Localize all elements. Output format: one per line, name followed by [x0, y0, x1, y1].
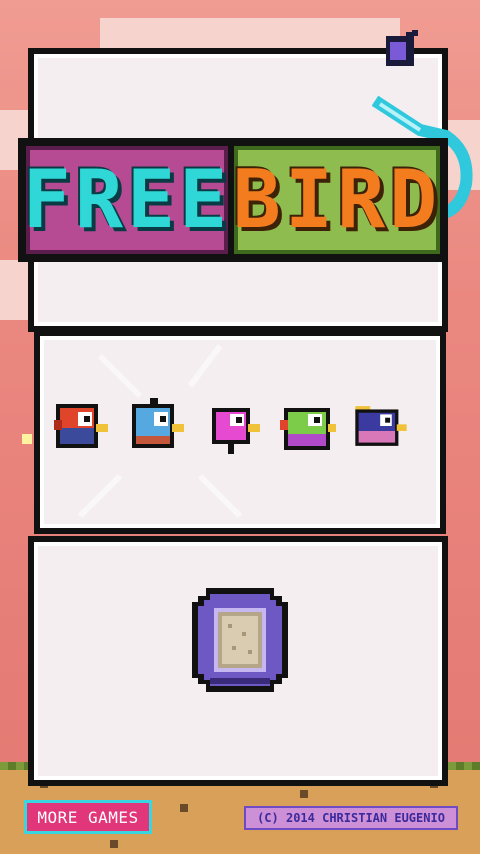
- title-word-free: FREE: [22, 153, 232, 246]
- title-bird-block: BIRD: [232, 146, 442, 254]
- selection-indicator: [22, 434, 32, 444]
- ground-speck: [180, 804, 188, 812]
- navy-bird[interactable]: [352, 398, 410, 454]
- music-note-icon: [386, 30, 418, 66]
- green-bird[interactable]: [280, 400, 338, 456]
- more-games-button[interactable]: MORE GAMES: [24, 800, 152, 834]
- ground-speck: [110, 840, 118, 848]
- blue-bird[interactable]: [128, 398, 186, 454]
- sound-toggle-button[interactable]: [386, 30, 420, 68]
- title-word-bird: BIRD: [232, 153, 442, 246]
- pink-bird[interactable]: [206, 400, 264, 456]
- cloud: [100, 18, 400, 48]
- copyright-label: (C) 2014 CHRISTIAN EUGENIO: [244, 806, 458, 830]
- red-bird[interactable]: [52, 398, 110, 454]
- title-free-block: FREE: [23, 146, 228, 254]
- ground-speck: [300, 790, 308, 798]
- play-coin-icon[interactable]: [192, 588, 288, 692]
- game-title: FREE BIRD: [18, 138, 448, 262]
